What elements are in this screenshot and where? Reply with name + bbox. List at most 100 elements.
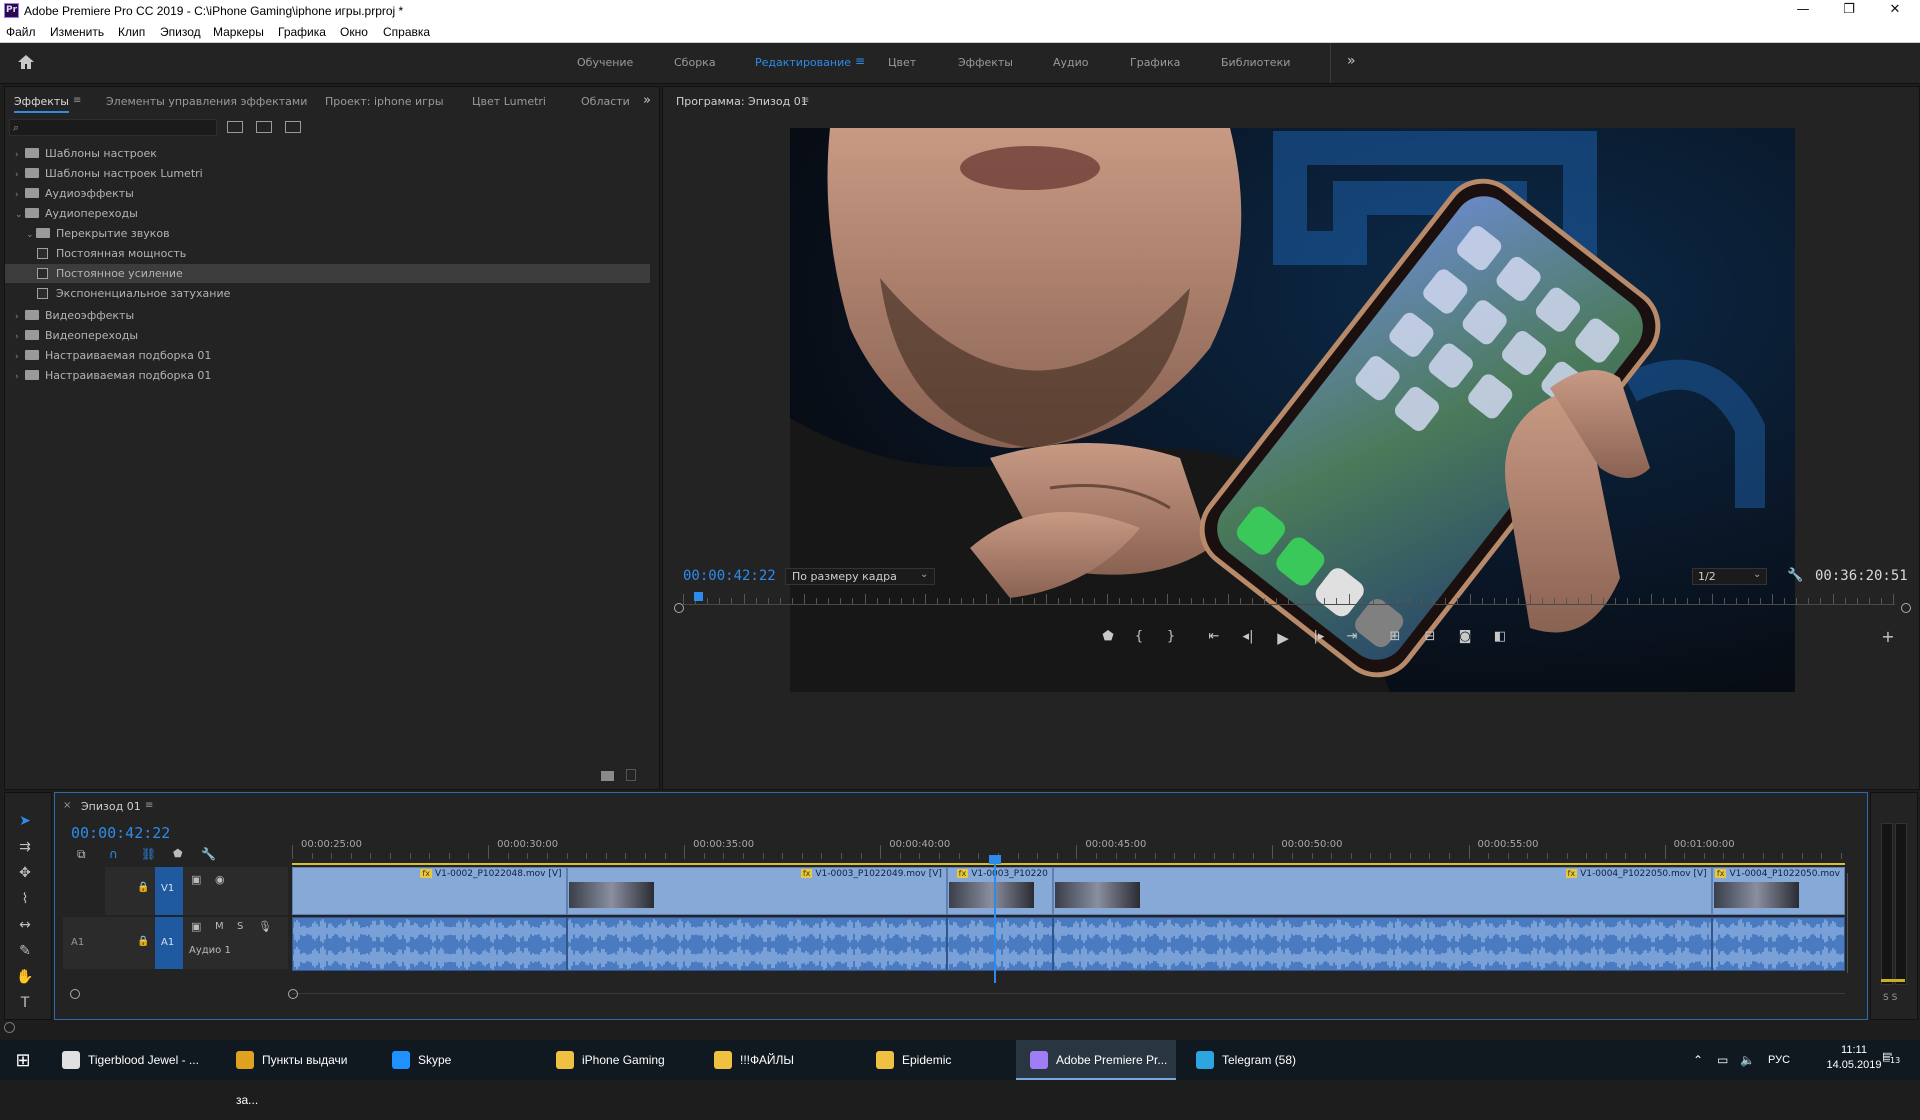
extract-icon[interactable]: ⊟: [1419, 629, 1441, 644]
chevron-right-icon[interactable]: ›: [15, 328, 25, 347]
go-to-out-icon[interactable]: ⇥: [1341, 629, 1363, 644]
workspace-color[interactable]: Цвет: [888, 56, 916, 69]
workspace-graphics[interactable]: Графика: [1130, 56, 1180, 69]
timeline-ruler[interactable]: 00:00:25:00 00:00:30:00 00:00:35:00 00:00:4…: [292, 833, 1845, 859]
program-scrubber[interactable]: [683, 592, 1895, 610]
nest-icon[interactable]: ⧉: [77, 847, 86, 862]
workspace-audio[interactable]: Аудио: [1053, 56, 1089, 69]
menu-sequence[interactable]: Эпизод: [160, 25, 201, 39]
audio-clip[interactable]: [292, 917, 567, 971]
fit-dropdown[interactable]: По размеру кадра ⌄: [785, 568, 935, 585]
minimize-button[interactable]: —: [1780, 0, 1826, 22]
timeline-playhead[interactable]: [988, 855, 1001, 983]
effects-tree-item[interactable]: ⌄ Перекрытие звуков: [5, 224, 650, 243]
chevron-right-icon[interactable]: ›: [15, 308, 25, 327]
chevron-right-icon[interactable]: ›: [15, 146, 25, 165]
home-icon[interactable]: [16, 53, 38, 73]
taskbar-app[interactable]: !!!ФАЙЛЫ: [700, 1040, 856, 1080]
effects-tree-item[interactable]: › Настраиваемая подборка 01: [5, 366, 650, 385]
program-monitor-title[interactable]: Программа: Эпизод 01: [676, 95, 808, 108]
audio-clip[interactable]: [1052, 917, 1712, 971]
track-select-tool-icon[interactable]: ⇉: [15, 837, 35, 857]
effects-tree-item[interactable]: › Видеопереходы: [5, 326, 650, 345]
menu-window[interactable]: Окно: [340, 25, 368, 39]
workspace-libraries[interactable]: Библиотеки: [1221, 56, 1290, 69]
taskbar-app[interactable]: Skype: [378, 1040, 536, 1080]
timeline-settings-icon[interactable]: 🔧: [201, 847, 216, 861]
close-button[interactable]: ✕: [1872, 0, 1918, 22]
program-playhead[interactable]: [693, 592, 703, 601]
audio-clip[interactable]: [566, 917, 947, 971]
vertical-scrollbar[interactable]: [1847, 873, 1848, 973]
fx-badge-icon[interactable]: fx: [420, 869, 432, 878]
film-icon[interactable]: ▣: [191, 873, 201, 886]
scroll-handle-right[interactable]: [288, 989, 298, 999]
tab-lumetri-color[interactable]: Цвет Lumetri: [472, 95, 546, 108]
video-clip[interactable]: fx V1-0004_P1022050.mov: [1711, 867, 1845, 915]
marker-icon[interactable]: ⬟: [1097, 629, 1119, 644]
chevron-right-icon[interactable]: ›: [15, 348, 25, 367]
pen-tool-icon[interactable]: ✎: [15, 941, 35, 961]
type-tool-icon[interactable]: T: [15, 993, 35, 1013]
linked-selection-icon[interactable]: ⛓: [141, 847, 156, 861]
32bit-effects-icon[interactable]: [256, 121, 272, 133]
effects-tree-item[interactable]: › Настраиваемая подборка 01: [5, 346, 650, 365]
slip-tool-icon[interactable]: ↔: [15, 915, 35, 935]
video-clip[interactable]: fx V1-0004_P1022050.mov [V]: [1052, 867, 1712, 915]
camera-icon[interactable]: ◙: [1454, 629, 1476, 644]
timeline-timecode[interactable]: 00:00:42:22: [71, 824, 170, 842]
lock-icon[interactable]: 🔒: [137, 936, 149, 947]
program-timecode[interactable]: 00:00:42:22: [683, 568, 776, 584]
timeline-menu-icon[interactable]: ≡: [145, 800, 153, 811]
solo-button[interactable]: S: [237, 921, 243, 932]
workspace-overflow-icon[interactable]: »: [1347, 53, 1356, 69]
fx-badge-icon[interactable]: fx: [1714, 869, 1727, 878]
chevron-right-icon[interactable]: ›: [15, 186, 25, 205]
taskbar-app[interactable]: Tigerblood Jewel - ...: [48, 1040, 216, 1080]
chevron-down-icon[interactable]: ⌄: [15, 206, 25, 225]
lock-icon[interactable]: 🔒: [137, 882, 149, 893]
mark-in-icon[interactable]: {: [1128, 629, 1150, 644]
timeline-playhead-handle[interactable]: [988, 855, 1001, 864]
menu-file[interactable]: Файл: [6, 25, 36, 39]
effects-tree-item[interactable]: ⌄ Аудиопереходы: [5, 204, 650, 223]
battery-icon[interactable]: ▭: [1717, 1040, 1728, 1080]
eye-icon[interactable]: ◉: [215, 873, 225, 886]
tab-effects[interactable]: Эффекты: [14, 95, 69, 113]
workspace-learning[interactable]: Обучение: [577, 56, 633, 69]
menu-clip[interactable]: Клип: [118, 25, 145, 39]
program-monitor-menu-icon[interactable]: ≡: [801, 95, 809, 106]
video-clip[interactable]: fx V1-0003_P1022049.mov [V]: [566, 867, 947, 915]
add-button-icon[interactable]: +: [1877, 627, 1899, 646]
effects-search-box[interactable]: ⌕: [9, 119, 217, 136]
taskbar-app[interactable]: Telegram (58): [1182, 1040, 1328, 1080]
razor-tool-icon[interactable]: ⌇: [15, 889, 35, 909]
taskbar-app[interactable]: iPhone Gaming: [542, 1040, 694, 1080]
zoom-handle-right[interactable]: [1901, 603, 1911, 613]
delete-icon[interactable]: [626, 769, 636, 781]
chevron-down-icon[interactable]: ⌄: [26, 226, 36, 245]
effects-tree-item[interactable]: Постоянное усиление: [5, 264, 650, 283]
tray-language[interactable]: РУС: [1768, 1040, 1790, 1080]
taskbar-app[interactable]: Пункты выдачи за...: [222, 1040, 372, 1107]
tab-scopes[interactable]: Области: [581, 95, 630, 108]
effects-tree-item[interactable]: › Шаблоны настроек: [5, 144, 650, 163]
a1-source-label[interactable]: A1: [71, 937, 84, 948]
effects-tree-item[interactable]: › Аудиоэффекты: [5, 184, 650, 203]
chevron-right-icon[interactable]: ›: [15, 166, 25, 185]
notifications-icon[interactable]: ▤ 13: [1880, 1050, 1901, 1068]
lift-icon[interactable]: ⊞: [1384, 629, 1406, 644]
mark-out-icon[interactable]: }: [1160, 629, 1182, 644]
selection-tool-icon[interactable]: ➤: [15, 811, 35, 831]
menu-edit[interactable]: Изменить: [50, 25, 104, 39]
settings-wrench-icon[interactable]: 🔧: [1787, 568, 1803, 583]
effects-tree-item[interactable]: Экспоненциальное затухание: [5, 284, 650, 303]
tab-effects-menu-icon[interactable]: ≡: [73, 95, 81, 106]
timeline-tab-title[interactable]: Эпизод 01: [81, 800, 141, 813]
horizontal-scrollbar[interactable]: [292, 993, 1845, 994]
maximize-button[interactable]: ❐: [1826, 0, 1872, 22]
effects-tree-item[interactable]: Постоянная мощность: [5, 244, 650, 263]
fx-badge-icon[interactable]: fx: [956, 869, 969, 878]
ripple-edit-tool-icon[interactable]: ✥: [15, 863, 35, 883]
tray-clock[interactable]: 11:11 14.05.2019: [1822, 1044, 1886, 1071]
